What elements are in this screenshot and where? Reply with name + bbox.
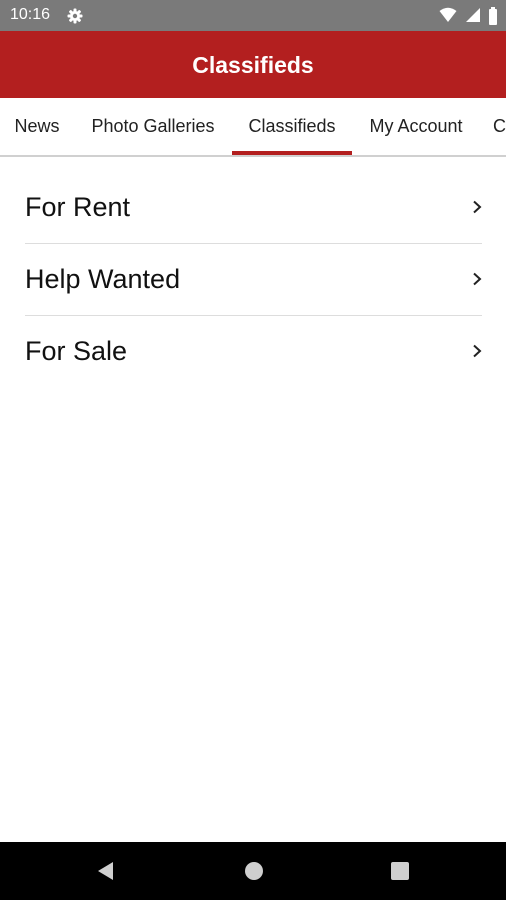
battery-icon	[489, 7, 497, 25]
chevron-right-icon	[473, 272, 482, 286]
tab-classifieds[interactable]: Classifieds	[232, 98, 352, 155]
status-time: 10:16	[10, 6, 51, 23]
list-item-label: For Rent	[25, 192, 131, 222]
tab-partial[interactable]: C	[480, 98, 506, 155]
list-item-label: For Sale	[25, 336, 128, 366]
page-title: Classifieds	[192, 52, 314, 78]
list-item-for-sale[interactable]: For Sale	[25, 316, 482, 387]
chevron-right-icon	[473, 344, 482, 358]
signal-icon	[465, 8, 480, 22]
chevron-right-icon	[473, 200, 482, 214]
settings-icon	[67, 8, 83, 24]
tab-my-account[interactable]: My Account	[358, 98, 474, 155]
system-nav-bar	[0, 842, 506, 900]
tab-bar: News Photo Galleries Classifieds My Acco…	[0, 98, 506, 157]
tab-selected-indicator	[232, 151, 352, 155]
wifi-icon	[439, 7, 457, 22]
status-bar: 10:16	[0, 0, 506, 31]
list-item-help-wanted[interactable]: Help Wanted	[25, 244, 482, 316]
tab-news[interactable]: News	[0, 98, 74, 155]
list-item-label: Help Wanted	[25, 264, 181, 294]
classifieds-list: For Rent Help Wanted For Sale	[0, 172, 506, 387]
tab-photo-galleries[interactable]: Photo Galleries	[80, 98, 226, 155]
back-icon[interactable]	[96, 861, 116, 881]
list-item-for-rent[interactable]: For Rent	[25, 172, 482, 244]
home-icon[interactable]	[244, 861, 264, 881]
app-bar: Classifieds	[0, 31, 506, 98]
recents-icon[interactable]	[390, 861, 410, 881]
